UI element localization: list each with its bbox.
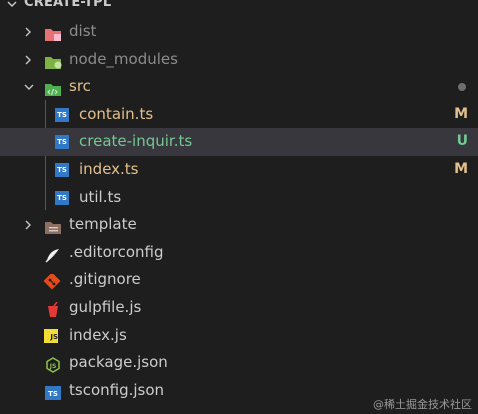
nodejs-file-icon: JS: [44, 355, 62, 373]
tree-item-contain-ts[interactable]: TS contain.ts M: [0, 101, 478, 129]
explorer-header[interactable]: CREATE-TPL: [0, 0, 478, 18]
tsconfig-file-icon: TS: [44, 383, 62, 400]
folder-node-icon: [44, 52, 62, 69]
git-status-badge: M: [454, 160, 468, 177]
tree-item-editorconfig[interactable]: .editorconfig: [0, 239, 478, 267]
tree-item-index-ts[interactable]: TS index.ts M: [0, 156, 478, 184]
chevron-right-icon[interactable]: [22, 46, 36, 74]
tree-item-node-modules[interactable]: node_modules: [0, 46, 478, 74]
tree-item-label: node_modules: [69, 49, 178, 68]
watermark: @稀土掘金技术社区: [373, 398, 472, 411]
file-explorer: CREATE-TPL dist node_modules src TS cont…: [0, 0, 478, 404]
git-file-icon: [43, 272, 61, 290]
gulp-file-icon: [44, 300, 62, 317]
tree-item-label: template: [69, 215, 137, 234]
tree-item-package-json[interactable]: JS package.json: [0, 349, 478, 377]
tree-item-dist[interactable]: dist: [0, 18, 478, 46]
explorer-title: CREATE-TPL: [24, 0, 112, 10]
folder-src-icon: [44, 79, 62, 97]
svg-text:JS: JS: [49, 363, 57, 370]
tree-item-label: index.ts: [79, 159, 139, 178]
tree-item-label: contain.ts: [79, 104, 154, 123]
tree-item-gitignore[interactable]: .gitignore: [0, 266, 478, 294]
git-status-badge: M: [454, 105, 468, 122]
git-status-badge: U: [456, 133, 468, 150]
tree-item-label: index.js: [69, 325, 127, 344]
chevron-right-icon[interactable]: [22, 18, 36, 46]
tree-item-label: tsconfig.json: [69, 380, 165, 399]
editorconfig-file-icon: [44, 245, 62, 263]
chevron-right-icon[interactable]: [22, 211, 36, 239]
typescript-file-icon: TS: [55, 107, 69, 122]
tree-item-label: package.json: [69, 353, 168, 372]
tree-item-gulpfile-js[interactable]: gulpfile.js: [0, 294, 478, 322]
javascript-file-icon: JS: [44, 328, 58, 343]
folder-template-icon: [44, 217, 62, 235]
tree-item-util-ts[interactable]: TS util.ts: [0, 184, 478, 212]
tree-item-create-inquir-ts[interactable]: TS create-inquir.ts U: [0, 128, 478, 156]
typescript-file-icon: TS: [55, 190, 69, 205]
tree-item-src[interactable]: src: [0, 73, 478, 101]
typescript-file-icon: TS: [55, 162, 69, 177]
chevron-down-icon[interactable]: [22, 73, 36, 101]
typescript-file-icon: TS: [55, 135, 69, 150]
svg-text:TS: TS: [48, 390, 58, 398]
tree-item-label: src: [69, 77, 91, 96]
folder-dist-icon: [44, 24, 62, 41]
tree-item-label: .gitignore: [69, 270, 141, 289]
tree-item-label: gulpfile.js: [69, 297, 142, 316]
tree-item-template[interactable]: template: [0, 211, 478, 239]
tree-item-label: .editorconfig: [69, 242, 164, 261]
modified-dot-icon: [458, 83, 466, 92]
tree-item-label: create-inquir.ts: [79, 132, 193, 151]
tree-item-label: dist: [69, 22, 97, 40]
tree-item-label: util.ts: [79, 187, 122, 206]
tree-item-index-js[interactable]: JS index.js: [0, 322, 478, 350]
chevron-down-icon[interactable]: [6, 0, 18, 14]
